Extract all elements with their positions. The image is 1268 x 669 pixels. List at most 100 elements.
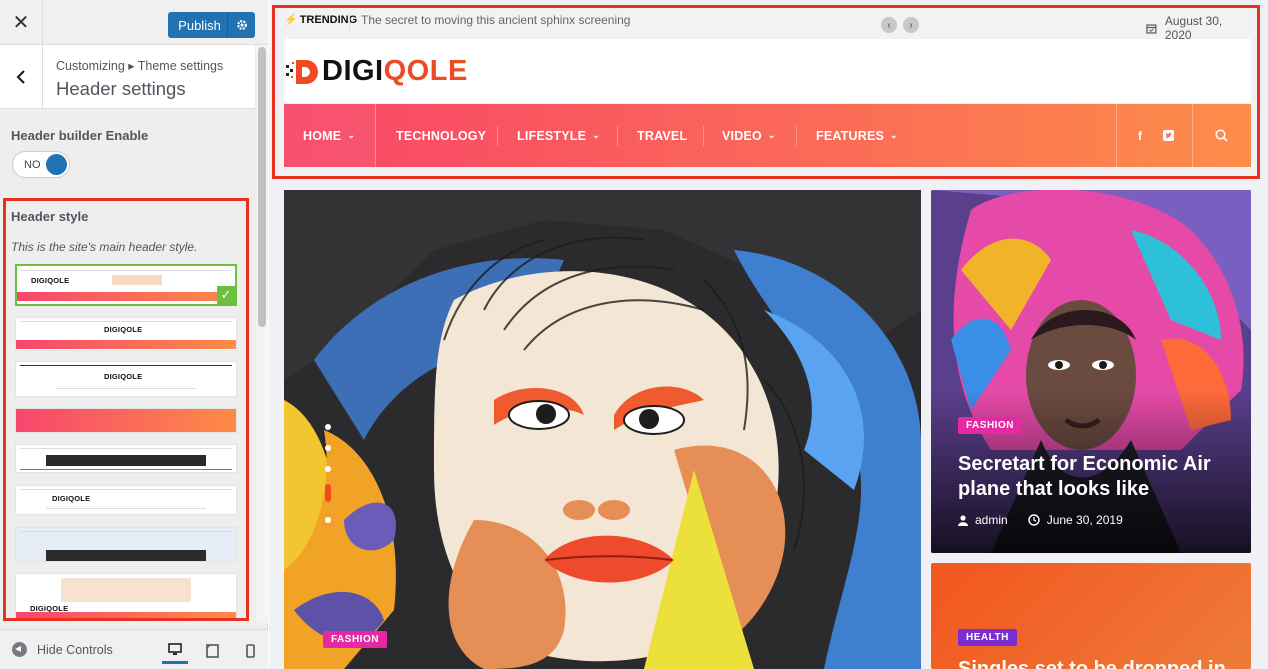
nav-item-video[interactable]: VIDEO ⌄ bbox=[722, 104, 776, 167]
slider-dot[interactable] bbox=[325, 445, 331, 451]
thumb-topline bbox=[20, 365, 232, 366]
trending-prev-button[interactable]: ‹ bbox=[881, 17, 897, 33]
header-style-panel: Header style This is the site's main hea… bbox=[3, 198, 249, 621]
toggle-state-label: NO bbox=[24, 159, 41, 171]
header-style-option-5[interactable] bbox=[15, 444, 237, 473]
header-builder-toggle[interactable]: NO bbox=[12, 151, 70, 178]
clock-icon bbox=[1027, 514, 1040, 526]
header-style-option-1[interactable]: DIGIQOLE ✓ bbox=[15, 264, 237, 306]
thumb-darkbar bbox=[46, 455, 206, 466]
trending-bar: ⚡ TRENDING The secret to moving this anc… bbox=[284, 9, 1251, 42]
bolt-icon: ⚡ bbox=[284, 14, 298, 26]
slider-dot[interactable] bbox=[325, 424, 331, 430]
publish-button[interactable]: Publish bbox=[168, 12, 255, 38]
thumb-navline bbox=[56, 388, 196, 389]
post-card-secondary[interactable]: HEALTH Singles set to be dropped in bbox=[931, 563, 1251, 669]
hero-category-tag[interactable]: FASHION bbox=[323, 631, 387, 648]
nav-divider bbox=[497, 126, 498, 146]
mobile-icon bbox=[245, 644, 255, 658]
logo-wordmark: DIGIQOLE bbox=[322, 55, 468, 88]
main-navigation: HOME ⌄ TECHNOLOGY LIFESTYLE ⌄ TRAVEL VIDEO… bbox=[284, 104, 1251, 167]
slider-dot[interactable] bbox=[325, 466, 331, 472]
gear-icon[interactable] bbox=[227, 12, 255, 38]
nav-divider bbox=[375, 104, 376, 167]
header-style-title: Header style bbox=[11, 209, 89, 224]
chevron-left-icon bbox=[16, 70, 25, 84]
mobile-preview-button[interactable] bbox=[237, 638, 263, 664]
customizer-header: ✕ Publish bbox=[0, 0, 268, 45]
card1-title[interactable]: Secretart for Economic Air plane that lo… bbox=[958, 452, 1238, 502]
header-style-description: This is the site's main header style. bbox=[11, 240, 198, 254]
section-title: Header settings bbox=[56, 78, 186, 99]
slider-dot[interactable] bbox=[325, 517, 331, 523]
thumb-logo: DIGIQOLE bbox=[31, 276, 70, 285]
thumb-logo: DIGIQOLE bbox=[104, 325, 143, 334]
desktop-preview-button[interactable] bbox=[162, 638, 188, 664]
header-style-option-7[interactable] bbox=[15, 527, 237, 562]
slider-dot-active[interactable] bbox=[325, 484, 331, 502]
card1-author[interactable]: admin bbox=[975, 513, 1008, 527]
facebook-link[interactable]: f bbox=[1132, 104, 1148, 167]
nav-divider bbox=[703, 126, 704, 146]
nav-item-label: TECHNOLOGY bbox=[396, 128, 487, 143]
logo-mark-icon bbox=[286, 59, 318, 84]
card2-title[interactable]: Singles set to be dropped in bbox=[958, 658, 1248, 669]
thumb-navline bbox=[46, 508, 206, 509]
site-preview: ⚡ TRENDING The secret to moving this anc… bbox=[269, 0, 1268, 669]
hide-controls-label: Hide Controls bbox=[37, 642, 113, 657]
trending-next-button[interactable]: › bbox=[903, 17, 919, 33]
chevron-right-icon: › bbox=[909, 19, 913, 31]
header-style-option-4[interactable] bbox=[15, 408, 237, 433]
thumb-logo: DIGIQOLE bbox=[104, 372, 143, 381]
close-icon: ✕ bbox=[12, 12, 30, 34]
nav-item-technology[interactable]: TECHNOLOGY bbox=[396, 104, 486, 167]
thumb-banner bbox=[112, 275, 162, 285]
hide-controls-button[interactable]: Hide Controls bbox=[12, 642, 113, 657]
nav-item-label: VIDEO bbox=[722, 128, 762, 143]
thumb-topline bbox=[20, 531, 232, 532]
header-style-option-2[interactable]: DIGIQOLE bbox=[15, 317, 237, 351]
thumb-topline bbox=[20, 321, 232, 322]
nav-item-features[interactable]: FEATURES ⌄ bbox=[816, 104, 898, 167]
user-icon bbox=[958, 514, 968, 526]
publish-label: Publish bbox=[178, 17, 221, 33]
header-style-option-8[interactable]: DIGIQOLE bbox=[15, 573, 237, 618]
thumb-navbar bbox=[16, 409, 236, 432]
search-button[interactable] bbox=[1206, 104, 1236, 167]
nav-item-travel[interactable]: TRAVEL bbox=[637, 104, 687, 167]
header-style-option-3[interactable]: DIGIQOLE bbox=[15, 361, 237, 397]
chevron-down-icon: ⌄ bbox=[890, 130, 898, 140]
twitter-link[interactable] bbox=[1160, 104, 1176, 167]
nav-divider bbox=[617, 126, 618, 146]
card1-category-tag[interactable]: FASHION bbox=[958, 417, 1022, 434]
customizer-sidebar: ✕ Publish Customizing ▸ Theme settings H… bbox=[0, 0, 268, 669]
nav-divider bbox=[1116, 104, 1117, 167]
trending-divider bbox=[349, 11, 350, 31]
tablet-preview-button[interactable] bbox=[199, 638, 225, 664]
header-style-option-6[interactable]: DIGIQOLE bbox=[15, 485, 237, 515]
sidebar-scrollbar-thumb[interactable] bbox=[258, 47, 266, 327]
card1-date: June 30, 2019 bbox=[1046, 513, 1123, 527]
sidebar-scrollbar[interactable] bbox=[256, 45, 268, 623]
card2-category-tag[interactable]: HEALTH bbox=[958, 629, 1017, 646]
back-button[interactable] bbox=[0, 45, 43, 109]
nav-item-label: HOME bbox=[303, 128, 342, 143]
logo-text-orange: QOLE bbox=[383, 55, 468, 87]
trending-headline[interactable]: The secret to moving this ancient sphinx… bbox=[361, 13, 630, 27]
nav-item-home[interactable]: HOME ⌄ bbox=[303, 104, 355, 167]
search-icon bbox=[1214, 129, 1228, 142]
logo-text-dark: DIGI bbox=[322, 55, 384, 87]
card1-meta: admin June 30, 2019 bbox=[958, 513, 1123, 527]
chevron-down-icon: ⌄ bbox=[592, 130, 600, 140]
close-customizer-button[interactable]: ✕ bbox=[0, 0, 43, 45]
site-logo[interactable]: DIGIQOLE bbox=[284, 55, 468, 88]
nav-item-lifestyle[interactable]: LIFESTYLE ⌄ bbox=[517, 104, 600, 167]
section-breadcrumb: Customizing ▸ Theme settings Header sett… bbox=[0, 45, 255, 109]
hero-slider[interactable]: FASHION bbox=[284, 190, 921, 669]
post-card-featured[interactable]: FASHION Secretart for Economic Air plane… bbox=[931, 190, 1251, 553]
facebook-icon: f bbox=[1138, 128, 1142, 143]
nav-item-label: TRAVEL bbox=[637, 128, 688, 143]
nav-divider bbox=[796, 126, 797, 146]
current-date: August 30, 2020 bbox=[1146, 14, 1251, 42]
hero-artwork-image bbox=[284, 190, 921, 669]
